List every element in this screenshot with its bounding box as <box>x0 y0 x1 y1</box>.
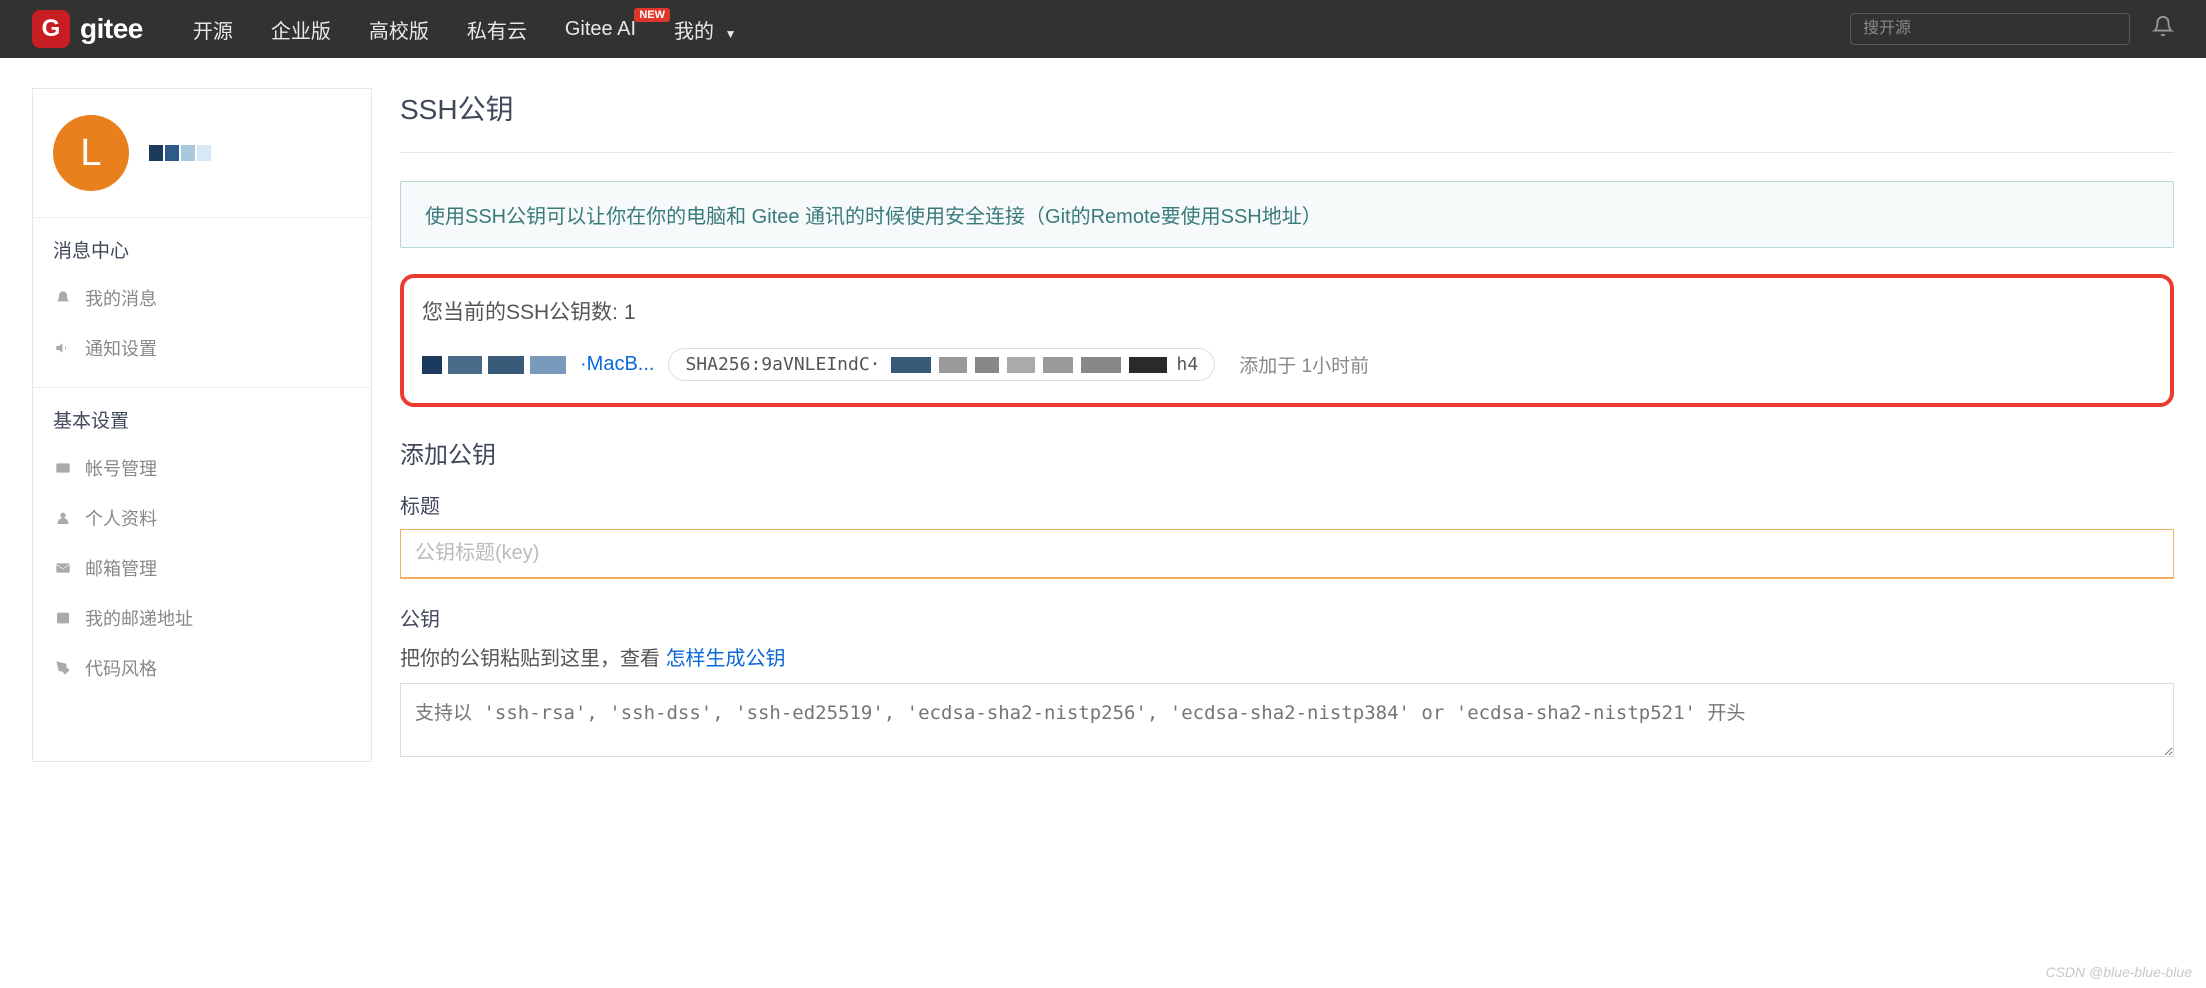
key-name-redacted <box>422 356 566 374</box>
logo-badge: G <box>32 10 70 48</box>
nav-private-cloud[interactable]: 私有云 <box>467 15 527 44</box>
hash-redacted <box>891 357 1167 373</box>
nav-right <box>1850 13 2174 45</box>
key-count-value: 1 <box>624 301 636 324</box>
sidebar-item-label: 邮箱管理 <box>85 555 157 581</box>
search-input[interactable] <box>1850 13 2130 45</box>
nav-gitee-ai[interactable]: Gitee AI NEW <box>565 18 636 41</box>
id-card-icon <box>53 458 73 478</box>
sidebar-item-my-messages[interactable]: 我的消息 <box>33 273 371 323</box>
sidebar-item-label: 帐号管理 <box>85 455 157 481</box>
key-count-row: 您当前的SSH公钥数: 1 <box>422 296 2152 326</box>
sidebar-item-profile[interactable]: 个人资料 <box>33 493 371 543</box>
paste-hint-text: 把你的公钥粘贴到这里，查看 <box>400 648 660 670</box>
sidebar-item-code-style[interactable]: 代码风格 <box>33 643 371 693</box>
avatar[interactable]: L <box>53 115 129 191</box>
sidebar-item-label: 代码风格 <box>85 655 157 681</box>
nav-mine-label: 我的 <box>674 21 714 43</box>
divider <box>400 152 2174 153</box>
key-fingerprint: SHA256:9aVNLEIndC· h4 <box>668 348 1215 381</box>
sidebar-item-label: 个人资料 <box>85 505 157 531</box>
key-added-time: 添加于 1小时前 <box>1239 351 1369 378</box>
sidebar-section-messages: 消息中心 我的消息 通知设置 <box>33 218 371 388</box>
nav-enterprise[interactable]: 企业版 <box>271 15 331 44</box>
user-icon <box>53 508 73 528</box>
bell-icon[interactable] <box>2152 15 2174 43</box>
ssh-keys-box: 您当前的SSH公钥数: 1 ·MacB... SHA256:9aVNLEIndC… <box>400 274 2174 407</box>
sidebar-item-mailing-address[interactable]: 我的邮递地址 <box>33 593 371 643</box>
logo-text: gitee <box>80 13 143 45</box>
sidebar-heading-messages: 消息中心 <box>33 236 371 273</box>
generate-key-link[interactable]: 怎样生成公钥 <box>666 648 786 670</box>
paste-hint: 把你的公钥粘贴到这里，查看 怎样生成公钥 <box>400 642 2174 671</box>
chevron-down-icon: ▼ <box>725 27 737 41</box>
hash-prefix: SHA256:9aVNLEIndC· <box>685 354 880 375</box>
hash-suffix: h4 <box>1177 354 1199 375</box>
page-title: SSH公钥 <box>400 88 2174 128</box>
speaker-icon <box>53 338 73 358</box>
bell-solid-icon <box>53 288 73 308</box>
sidebar-item-account[interactable]: 帐号管理 <box>33 443 371 493</box>
address-icon <box>53 608 73 628</box>
sidebar-item-label: 我的消息 <box>85 285 157 311</box>
watermark: CSDN @blue-blue-blue <box>2045 964 2192 980</box>
username-redacted <box>149 145 211 161</box>
sidebar-item-label: 我的邮递地址 <box>85 605 193 631</box>
public-key-textarea[interactable] <box>400 683 2174 757</box>
sidebar: L 消息中心 我的消息 通知设置 基本设置 <box>32 88 372 762</box>
nav-university[interactable]: 高校版 <box>369 15 429 44</box>
main-content: SSH公钥 使用SSH公钥可以让你在你的电脑和 Gitee 通讯的时候使用安全连… <box>400 88 2174 762</box>
key-title-input[interactable] <box>400 529 2174 579</box>
key-device-name[interactable]: ·MacB... <box>580 353 654 376</box>
top-nav: G gitee 开源 企业版 高校版 私有云 Gitee AI NEW 我的 ▼ <box>0 0 2206 58</box>
ssh-key-row: ·MacB... SHA256:9aVNLEIndC· h4 添加于 1小时前 <box>422 348 2152 381</box>
title-field-label: 标题 <box>400 490 2174 519</box>
nav-opensource[interactable]: 开源 <box>193 15 233 44</box>
logo[interactable]: G gitee <box>32 10 143 48</box>
key-count-label: 您当前的SSH公钥数: <box>422 301 618 324</box>
sidebar-section-basic: 基本设置 帐号管理 个人资料 邮箱管理 <box>33 388 371 707</box>
nav-ai-label: Gitee AI <box>565 18 636 40</box>
envelope-icon <box>53 558 73 578</box>
sidebar-item-label: 通知设置 <box>85 335 157 361</box>
sidebar-item-notification-settings[interactable]: 通知设置 <box>33 323 371 373</box>
sidebar-heading-basic: 基本设置 <box>33 406 371 443</box>
sidebar-item-email[interactable]: 邮箱管理 <box>33 543 371 593</box>
new-badge: NEW <box>634 8 670 22</box>
nav-links: 开源 企业版 高校版 私有云 Gitee AI NEW 我的 ▼ <box>193 15 737 44</box>
profile-box: L <box>33 89 371 218</box>
info-banner: 使用SSH公钥可以让你在你的电脑和 Gitee 通讯的时候使用安全连接（Git的… <box>400 181 2174 248</box>
brush-icon <box>53 658 73 678</box>
nav-mine[interactable]: 我的 ▼ <box>674 15 736 44</box>
add-key-title: 添加公钥 <box>400 435 2174 470</box>
key-field-label: 公钥 <box>400 603 2174 632</box>
